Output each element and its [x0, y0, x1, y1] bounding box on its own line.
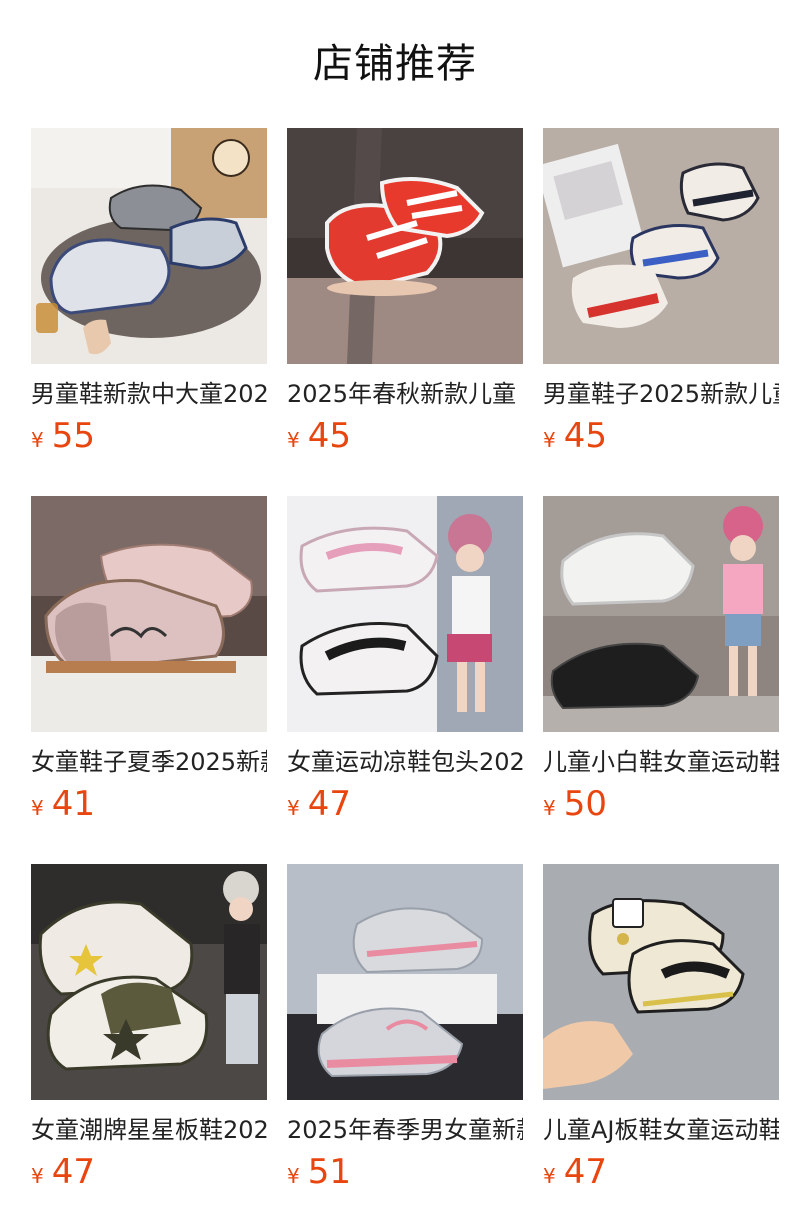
product-card[interactable]: 2025年春季男女童新款 ¥51: [287, 864, 523, 1232]
price-amount: 55: [51, 416, 95, 456]
product-image[interactable]: [287, 864, 523, 1100]
product-price: ¥50: [543, 786, 607, 826]
kids-sneaker-photo-icon: [287, 128, 523, 364]
product-card[interactable]: 男童鞋子2025新款儿童 ¥45: [543, 128, 779, 496]
product-name[interactable]: 男童鞋子2025新款儿童: [543, 378, 779, 410]
kids-sneaker-photo-icon: [31, 128, 267, 364]
price-amount: 45: [563, 416, 607, 456]
product-card[interactable]: 儿童小白鞋女童运动鞋 ¥50: [543, 496, 779, 864]
kids-shoe-photo-icon: [31, 496, 267, 732]
product-price: ¥47: [287, 786, 351, 826]
product-image[interactable]: [31, 496, 267, 732]
product-name[interactable]: 女童潮牌星星板鞋2025: [31, 1114, 267, 1146]
product-name[interactable]: 女童鞋子夏季2025新款: [31, 746, 267, 778]
product-price: ¥51: [287, 1154, 351, 1194]
product-name[interactable]: 2025年春季男女童新款: [287, 1114, 523, 1146]
product-name[interactable]: 女童运动凉鞋包头2025: [287, 746, 523, 778]
currency-symbol: ¥: [287, 1164, 300, 1188]
product-image[interactable]: [287, 128, 523, 364]
product-name[interactable]: 儿童AJ板鞋女童运动鞋: [543, 1114, 779, 1146]
kids-sneaker-photo-icon: [543, 864, 779, 1100]
kids-sandal-photo-icon: [287, 496, 523, 732]
product-card[interactable]: 男童鞋新款中大童2025 ¥55: [31, 128, 267, 496]
product-card[interactable]: 女童鞋子夏季2025新款 ¥41: [31, 496, 267, 864]
currency-symbol: ¥: [543, 428, 556, 452]
currency-symbol: ¥: [31, 1164, 44, 1188]
product-grid: 男童鞋新款中大童2025 ¥55 2025年春秋新款儿童 ¥ 45 男童鞋子20…: [31, 128, 779, 1232]
product-card[interactable]: 儿童AJ板鞋女童运动鞋 ¥47: [543, 864, 779, 1232]
product-name[interactable]: 儿童小白鞋女童运动鞋: [543, 746, 779, 778]
price-amount: 50: [563, 784, 607, 824]
currency-symbol: ¥: [31, 428, 44, 452]
product-price: ¥45: [287, 418, 351, 458]
product-price: ¥47: [31, 1154, 95, 1194]
price-amount: 41: [51, 784, 95, 824]
product-card[interactable]: 女童运动凉鞋包头2025 ¥47: [287, 496, 523, 864]
product-image[interactable]: [31, 128, 267, 364]
product-image[interactable]: [543, 496, 779, 732]
product-name[interactable]: 2025年春秋新款儿童: [287, 378, 523, 410]
price-amount: 47: [307, 784, 351, 824]
currency-symbol: ¥: [287, 428, 300, 452]
price-amount: 51: [307, 1152, 351, 1192]
currency-symbol: ¥: [543, 796, 556, 820]
product-price: ¥55: [31, 418, 95, 458]
product-image[interactable]: [543, 128, 779, 364]
product-price: ¥41: [31, 786, 95, 826]
price-amount: 47: [563, 1152, 607, 1192]
store-recommendation-page: 店铺推荐 男童鞋新款中大童2025 ¥55 2025年春秋新款儿童 ¥ 45 男…: [0, 0, 790, 1232]
price-amount: 45: [307, 416, 351, 456]
kids-sneaker-photo-icon: [543, 128, 779, 364]
currency-symbol: ¥: [287, 796, 300, 820]
product-image[interactable]: [543, 864, 779, 1100]
product-price: ¥47: [543, 1154, 607, 1194]
currency-symbol: ¥: [543, 1164, 556, 1188]
product-image[interactable]: [31, 864, 267, 1100]
price-amount: 47: [51, 1152, 95, 1192]
kids-skate-shoe-photo-icon: [31, 864, 267, 1100]
currency-symbol: ¥: [31, 796, 44, 820]
product-card[interactable]: 2025年春秋新款儿童 ¥45: [287, 128, 523, 496]
product-image[interactable]: [287, 496, 523, 732]
kids-sneaker-photo-icon: [543, 496, 779, 732]
product-name[interactable]: 男童鞋新款中大童2025: [31, 378, 267, 410]
product-price: ¥45: [543, 418, 607, 458]
page-title: 店铺推荐: [313, 41, 477, 87]
kids-sneaker-photo-icon: [287, 864, 523, 1100]
product-card[interactable]: 女童潮牌星星板鞋2025 ¥47: [31, 864, 267, 1232]
